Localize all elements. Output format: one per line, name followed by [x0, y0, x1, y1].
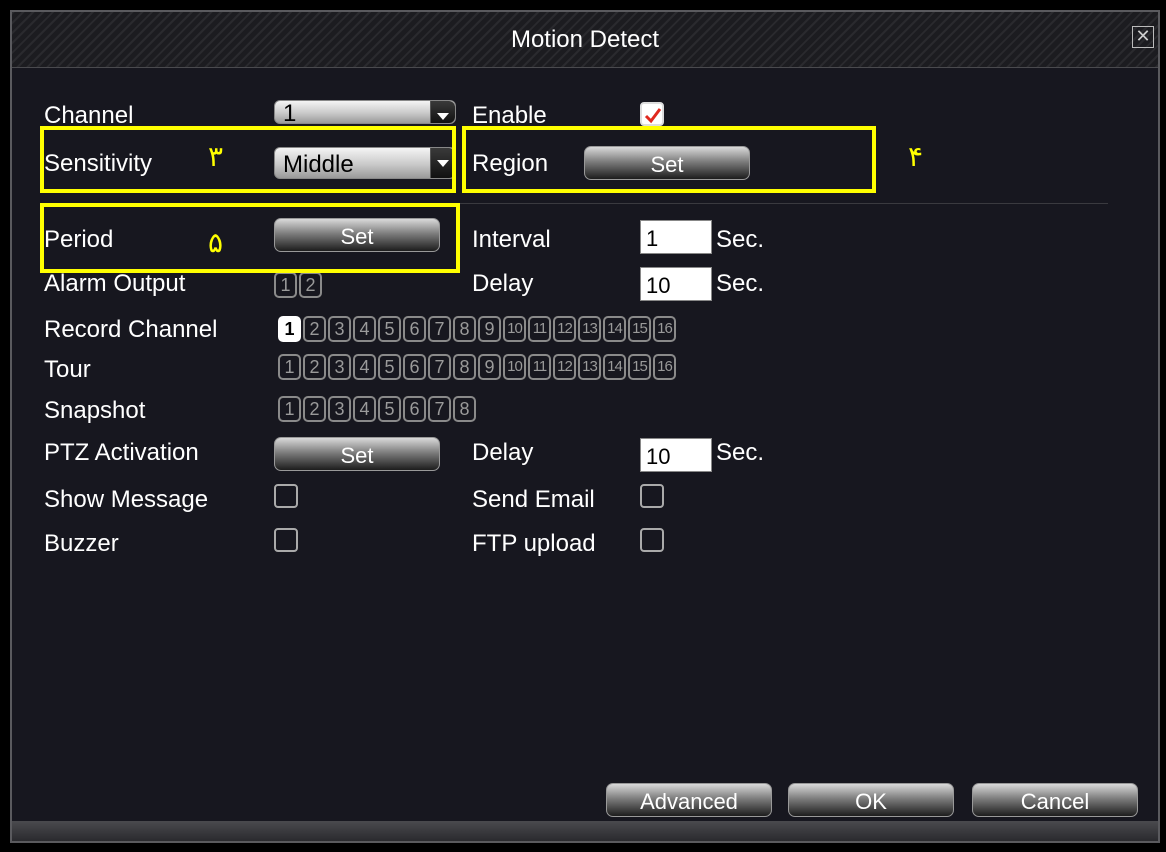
tour-options: 1 2 3 4 5 6 7 8 9 10 11 12 13 14 15 16: [278, 354, 678, 380]
title-bar: Motion Detect ✕: [12, 12, 1158, 68]
highlight-sensitivity: [40, 126, 456, 193]
channel-number-toggle[interactable]: 6: [403, 396, 426, 422]
channel-number-toggle[interactable]: 15: [628, 316, 651, 342]
channel-number-toggle[interactable]: 8: [453, 316, 476, 342]
checkmark-icon: [644, 108, 662, 124]
channel-number-toggle[interactable]: 2: [303, 396, 326, 422]
send-email-label: Send Email: [472, 486, 595, 513]
channel-number-toggle[interactable]: 3: [328, 396, 351, 422]
advanced-button[interactable]: Advanced: [606, 783, 772, 817]
status-bar: [12, 821, 1158, 841]
ptz-delay-unit: Sec.: [716, 439, 765, 466]
channel-number-toggle[interactable]: 16: [653, 316, 676, 342]
channel-select[interactable]: 1: [274, 100, 456, 127]
channel-value: 1: [283, 100, 297, 127]
channel-number-toggle[interactable]: 7: [428, 396, 451, 422]
interval-input[interactable]: 1: [640, 220, 712, 254]
channel-number-toggle[interactable]: 11: [528, 316, 551, 342]
send-email-checkbox[interactable]: [640, 484, 664, 508]
channel-number-toggle[interactable]: 4: [353, 396, 376, 422]
interval-unit: Sec.: [716, 226, 765, 253]
channel-number-toggle[interactable]: 3: [328, 354, 351, 380]
annotation-number-5: ۵: [208, 226, 224, 259]
ftp-upload-label: FTP upload: [472, 530, 596, 557]
channel-number-toggle[interactable]: 10: [503, 316, 526, 342]
channel-number-toggle[interactable]: 4: [353, 354, 376, 380]
highlight-region: [462, 126, 876, 193]
channel-number-toggle[interactable]: 3: [328, 316, 351, 342]
show-message-label: Show Message: [44, 486, 209, 513]
delay-value: 10: [646, 273, 671, 298]
channel-number-toggle[interactable]: 6: [403, 354, 426, 380]
show-message-checkbox[interactable]: [274, 484, 298, 508]
alarm-output-label: Alarm Output: [44, 270, 186, 297]
highlight-period: [40, 203, 460, 273]
ptz-delay-value: 10: [646, 444, 671, 469]
channel-number-toggle[interactable]: 12: [553, 354, 576, 380]
chevron-down-icon: [430, 101, 455, 123]
channel-number-toggle[interactable]: 14: [603, 316, 626, 342]
channel-number-toggle[interactable]: 9: [478, 354, 501, 380]
ptz-activation-label: PTZ Activation: [44, 439, 199, 466]
snapshot-label: Snapshot: [44, 397, 146, 424]
channel-number-toggle[interactable]: 7: [428, 354, 451, 380]
buzzer-label: Buzzer: [44, 530, 119, 557]
ptz-set-button[interactable]: Set: [274, 437, 440, 471]
channel-number-toggle[interactable]: 1: [278, 354, 301, 380]
alarm-output-options: 12: [274, 272, 324, 298]
annotation-number-3: ٣: [208, 140, 224, 173]
channel-number-toggle[interactable]: 5: [378, 316, 401, 342]
channel-number-toggle[interactable]: 5: [378, 396, 401, 422]
motion-detect-dialog: Motion Detect ✕ Channel 1 Enable Sensiti…: [10, 10, 1160, 843]
channel-number-toggle[interactable]: 10: [503, 354, 526, 380]
delay-input[interactable]: 10: [640, 267, 712, 301]
channel-number-toggle[interactable]: 8: [453, 396, 476, 422]
channel-number-toggle[interactable]: 4: [353, 316, 376, 342]
channel-number-toggle[interactable]: 1: [278, 316, 301, 342]
record-channel-label: Record Channel: [44, 316, 218, 343]
channel-number-toggle[interactable]: 13: [578, 316, 601, 342]
ok-button[interactable]: OK: [788, 783, 954, 817]
channel-number-toggle[interactable]: 11: [528, 354, 551, 380]
channel-number-toggle[interactable]: 5: [378, 354, 401, 380]
channel-number-toggle[interactable]: 7: [428, 316, 451, 342]
delay-label: Delay: [472, 270, 534, 297]
channel-number-toggle[interactable]: 1: [278, 396, 301, 422]
channel-number-toggle[interactable]: 6: [403, 316, 426, 342]
interval-value: 1: [646, 226, 659, 251]
enable-checkbox[interactable]: [640, 102, 664, 126]
cancel-button[interactable]: Cancel: [972, 783, 1138, 817]
channel-number-toggle[interactable]: 14: [603, 354, 626, 380]
close-icon[interactable]: ✕: [1132, 26, 1154, 48]
ftp-upload-checkbox[interactable]: [640, 528, 664, 552]
delay-unit: Sec.: [716, 270, 765, 297]
annotation-number-4: ۴: [908, 140, 924, 173]
channel-number-toggle[interactable]: 15: [628, 354, 651, 380]
channel-number-toggle[interactable]: 16: [653, 354, 676, 380]
record-channel-options: 1 2 3 4 5 6 7 8 9 10 11 12 13 14 15 16: [278, 316, 678, 342]
ptz-delay-label: Delay: [472, 439, 534, 466]
channel-number-toggle[interactable]: 2: [303, 354, 326, 380]
interval-label: Interval: [472, 226, 551, 253]
buzzer-checkbox[interactable]: [274, 528, 298, 552]
channel-number-toggle[interactable]: 9: [478, 316, 501, 342]
tour-label: Tour: [44, 356, 91, 383]
channel-number-toggle[interactable]: 13: [578, 354, 601, 380]
window-title: Motion Detect: [510, 26, 660, 53]
channel-number-toggle[interactable]: 1: [274, 272, 297, 298]
channel-number-toggle[interactable]: 2: [303, 316, 326, 342]
channel-number-toggle[interactable]: 8: [453, 354, 476, 380]
snapshot-options: 12345678: [278, 396, 478, 422]
channel-number-toggle[interactable]: 12: [553, 316, 576, 342]
channel-number-toggle[interactable]: 2: [299, 272, 322, 298]
ptz-delay-input[interactable]: 10: [640, 438, 712, 472]
